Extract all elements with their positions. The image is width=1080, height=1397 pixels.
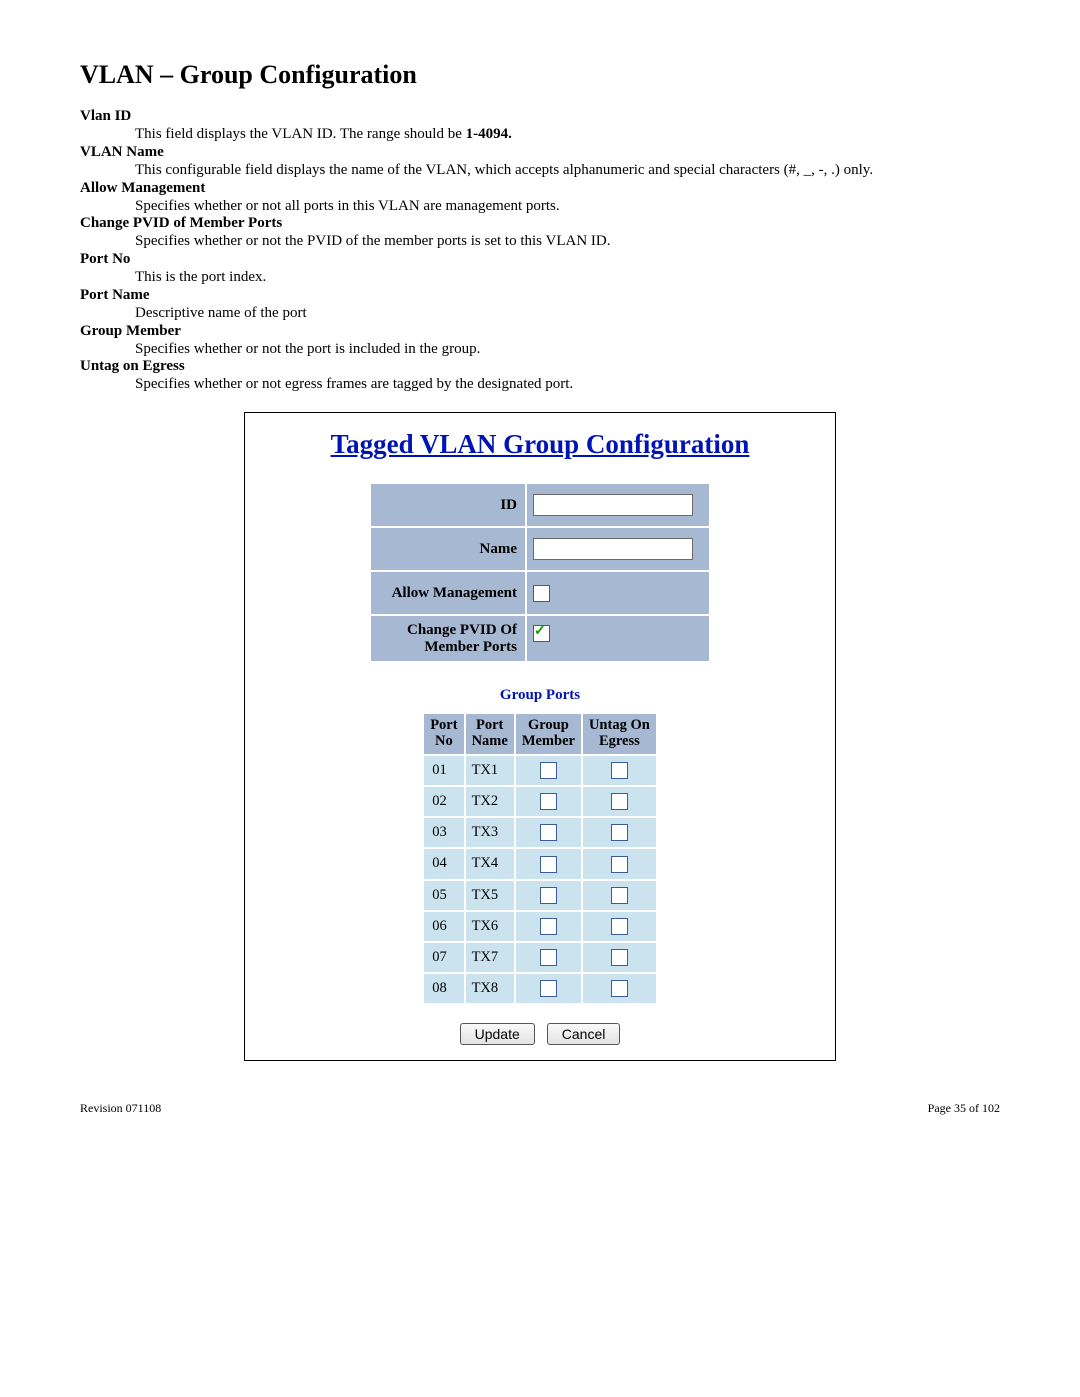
- untag-egress-cell: [583, 818, 656, 847]
- col-port-no: PortNo: [424, 714, 463, 754]
- port-name-cell: TX4: [466, 849, 514, 878]
- group-member-checkbox[interactable]: [540, 793, 557, 810]
- table-row: 07TX7: [424, 943, 656, 972]
- port-no-cell: 04: [424, 849, 463, 878]
- update-button[interactable]: Update: [460, 1023, 535, 1045]
- id-label: ID: [371, 484, 525, 526]
- col-untag-egress: Untag OnEgress: [583, 714, 656, 754]
- name-label: Name: [371, 528, 525, 570]
- page-title: VLAN – Group Configuration: [80, 60, 1000, 90]
- name-input[interactable]: [533, 538, 693, 560]
- definition-term: Vlan ID: [80, 108, 1000, 125]
- definition-term: Port Name: [80, 287, 1000, 304]
- definition-description: Descriptive name of the port: [135, 304, 1000, 323]
- group-member-cell: [516, 881, 581, 910]
- definition-term: Group Member: [80, 323, 1000, 340]
- definition-term: Untag on Egress: [80, 358, 1000, 375]
- untag-egress-checkbox[interactable]: [611, 793, 628, 810]
- table-row: 03TX3: [424, 818, 656, 847]
- group-member-cell: [516, 756, 581, 785]
- col-group-member: GroupMember: [516, 714, 581, 754]
- port-name-cell: TX2: [466, 787, 514, 816]
- port-name-cell: TX1: [466, 756, 514, 785]
- group-member-cell: [516, 818, 581, 847]
- button-row: Update Cancel: [260, 1023, 820, 1045]
- group-member-cell: [516, 849, 581, 878]
- definition-description: Specifies whether or not egress frames a…: [135, 375, 1000, 394]
- group-member-cell: [516, 943, 581, 972]
- group-member-checkbox[interactable]: [540, 887, 557, 904]
- config-panel-title: Tagged VLAN Group Configuration: [260, 429, 820, 460]
- definition-term: VLAN Name: [80, 144, 1000, 161]
- vlan-form-table: ID Name Allow Management Change PVID Of …: [369, 482, 711, 663]
- port-no-cell: 05: [424, 881, 463, 910]
- table-row: 05TX5: [424, 881, 656, 910]
- untag-egress-checkbox[interactable]: [611, 949, 628, 966]
- group-member-checkbox[interactable]: [540, 762, 557, 779]
- config-panel: Tagged VLAN Group Configuration ID Name …: [244, 412, 836, 1061]
- definition-description: This is the port index.: [135, 268, 1000, 287]
- port-no-cell: 02: [424, 787, 463, 816]
- table-row: 06TX6: [424, 912, 656, 941]
- port-name-cell: TX3: [466, 818, 514, 847]
- untag-egress-cell: [583, 943, 656, 972]
- group-member-checkbox[interactable]: [540, 918, 557, 935]
- port-no-cell: 07: [424, 943, 463, 972]
- definition-list: Vlan IDThis field displays the VLAN ID. …: [80, 108, 1000, 394]
- group-member-cell: [516, 787, 581, 816]
- revision-text: Revision 071108: [80, 1101, 161, 1116]
- port-no-cell: 06: [424, 912, 463, 941]
- table-row: 04TX4: [424, 849, 656, 878]
- allow-management-checkbox[interactable]: [533, 585, 550, 602]
- untag-egress-checkbox[interactable]: [611, 856, 628, 873]
- untag-egress-checkbox[interactable]: [611, 887, 628, 904]
- definition-description: Specifies whether or not all ports in th…: [135, 197, 1000, 216]
- untag-egress-checkbox[interactable]: [611, 980, 628, 997]
- definition-description: Specifies whether or not the port is inc…: [135, 340, 1000, 359]
- group-member-cell: [516, 912, 581, 941]
- untag-egress-cell: [583, 787, 656, 816]
- untag-egress-cell: [583, 756, 656, 785]
- group-member-checkbox[interactable]: [540, 856, 557, 873]
- port-no-cell: 01: [424, 756, 463, 785]
- untag-egress-cell: [583, 974, 656, 1003]
- group-ports-title: Group Ports: [260, 687, 820, 704]
- change-pvid-label-line1: Change PVID Of: [407, 622, 517, 638]
- definition-term: Allow Management: [80, 180, 1000, 197]
- change-pvid-label: Change PVID Of Member Ports: [371, 616, 525, 661]
- port-no-cell: 03: [424, 818, 463, 847]
- table-row: 02TX2: [424, 787, 656, 816]
- port-name-cell: TX7: [466, 943, 514, 972]
- definition-term: Port No: [80, 251, 1000, 268]
- id-input[interactable]: [533, 494, 693, 516]
- page-number: Page 35 of 102: [928, 1101, 1000, 1116]
- untag-egress-checkbox[interactable]: [611, 918, 628, 935]
- port-name-cell: TX6: [466, 912, 514, 941]
- allow-management-label: Allow Management: [371, 572, 525, 614]
- group-ports-table: PortNo PortName GroupMember Untag OnEgre…: [422, 712, 658, 1005]
- untag-egress-cell: [583, 849, 656, 878]
- untag-egress-cell: [583, 912, 656, 941]
- untag-egress-checkbox[interactable]: [611, 762, 628, 779]
- group-member-checkbox[interactable]: [540, 824, 557, 841]
- definition-description: This configurable field displays the nam…: [135, 161, 1000, 180]
- port-name-cell: TX8: [466, 974, 514, 1003]
- untag-egress-cell: [583, 881, 656, 910]
- group-member-checkbox[interactable]: [540, 980, 557, 997]
- cancel-button[interactable]: Cancel: [547, 1023, 621, 1045]
- col-port-name: PortName: [466, 714, 514, 754]
- definition-description: Specifies whether or not the PVID of the…: [135, 232, 1000, 251]
- change-pvid-label-line2: Member Ports: [424, 639, 517, 655]
- page-footer: Revision 071108 Page 35 of 102: [80, 1101, 1000, 1116]
- port-no-cell: 08: [424, 974, 463, 1003]
- table-row: 08TX8: [424, 974, 656, 1003]
- definition-description: This field displays the VLAN ID. The ran…: [135, 125, 1000, 144]
- untag-egress-checkbox[interactable]: [611, 824, 628, 841]
- port-name-cell: TX5: [466, 881, 514, 910]
- group-member-cell: [516, 974, 581, 1003]
- change-pvid-checkbox[interactable]: [533, 625, 550, 642]
- definition-term: Change PVID of Member Ports: [80, 215, 1000, 232]
- table-row: 01TX1: [424, 756, 656, 785]
- group-member-checkbox[interactable]: [540, 949, 557, 966]
